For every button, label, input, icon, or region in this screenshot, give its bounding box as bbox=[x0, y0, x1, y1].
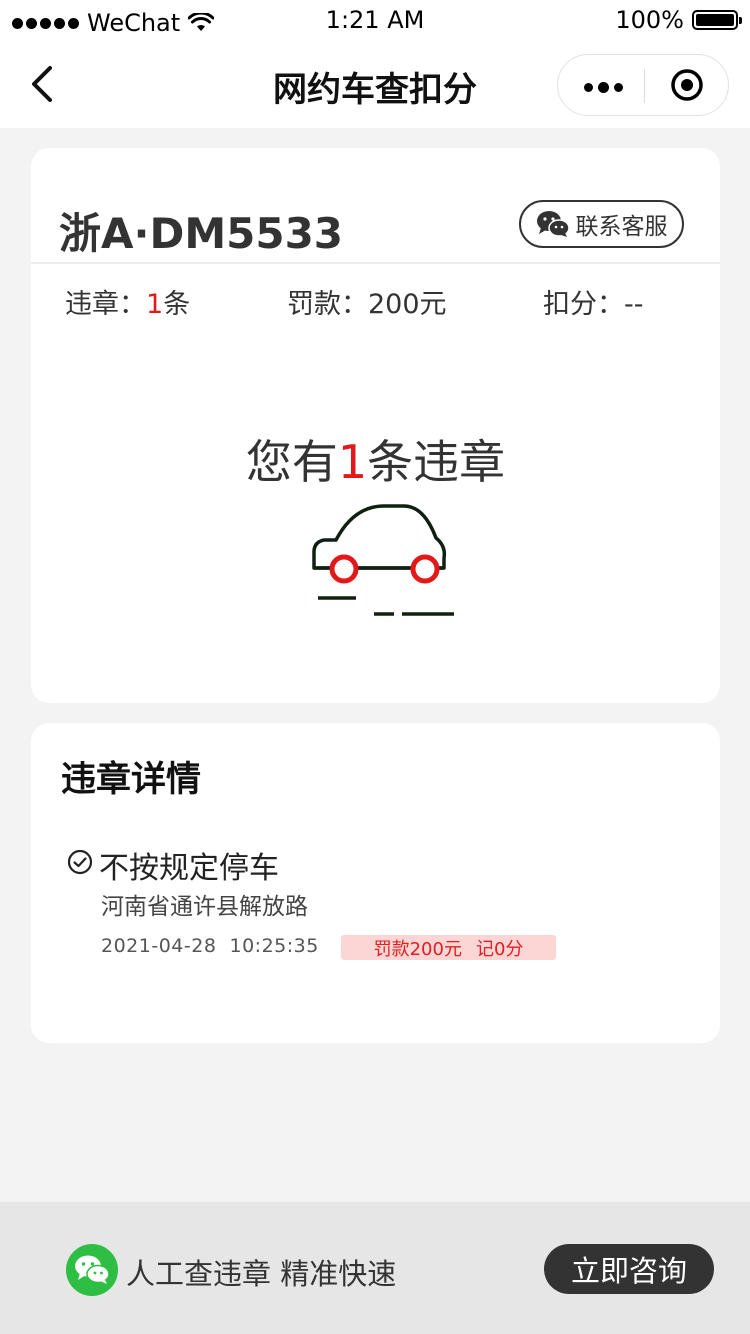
penalty-points: 记0分 bbox=[475, 938, 524, 960]
consult-now-button[interactable]: 立即咨询 bbox=[544, 1244, 714, 1294]
license-plate: 浙A·DM5533 bbox=[59, 209, 344, 258]
points-value: -- bbox=[624, 289, 644, 320]
fine-value: 200元 bbox=[368, 289, 447, 320]
status-bar: WeChat 1:21 AM 100% bbox=[0, 0, 750, 40]
points-label: 扣分： bbox=[543, 289, 624, 320]
divider bbox=[31, 262, 720, 264]
fine-label: 罚款： bbox=[287, 289, 368, 320]
penalty-fine: 罚款200元 bbox=[373, 938, 462, 960]
violation-details-card: 违章详情 不按规定停车 河南省通许县解放路 2021-04-28 10:25:3… bbox=[31, 723, 720, 1043]
penalty-badge: 罚款200元 记0分 bbox=[341, 935, 556, 960]
summary-prefix: 您有 bbox=[245, 435, 338, 489]
section-title: 违章详情 bbox=[61, 760, 202, 800]
contact-service-button[interactable]: 联系客服 bbox=[519, 200, 684, 248]
violation-name[interactable]: 不按规定停车 bbox=[99, 843, 279, 887]
contact-service-label: 联系客服 bbox=[575, 214, 668, 240]
violation-address: 河南省通许县解放路 bbox=[101, 894, 308, 920]
promo-text: 人工查违章 精准快速 bbox=[126, 1257, 397, 1291]
bottom-bar: 人工查违章 精准快速 立即咨询 bbox=[0, 1202, 750, 1334]
vehicle-summary-card: 浙A·DM5533 联系客服 违章：1条 罚款：200元 扣分：-- 您有1条违… bbox=[31, 148, 720, 703]
violation-datetime: 2021-04-28 10:25:35 bbox=[101, 935, 319, 957]
battery-indicator: 100% bbox=[615, 6, 742, 34]
more-icon[interactable] bbox=[584, 82, 623, 93]
violations-unit: 条 bbox=[163, 289, 191, 320]
violations-stat: 违章：1条 bbox=[65, 282, 190, 321]
close-target-icon[interactable] bbox=[670, 68, 704, 102]
capsule-divider bbox=[644, 69, 645, 103]
mini-program-capsule bbox=[557, 54, 729, 116]
nav-bar: 网约车查扣分 bbox=[0, 40, 750, 128]
battery-percent: 100% bbox=[615, 6, 684, 34]
battery-icon bbox=[692, 10, 742, 30]
points-stat: 扣分：-- bbox=[543, 282, 644, 321]
violations-label: 违章： bbox=[65, 289, 146, 320]
check-circle-icon bbox=[67, 849, 93, 875]
wechat-icon bbox=[536, 211, 570, 237]
fine-stat: 罚款：200元 bbox=[287, 282, 447, 321]
car-illustration-icon bbox=[312, 504, 454, 616]
summary-count: 1 bbox=[337, 435, 368, 489]
violation-summary: 您有1条违章 bbox=[31, 426, 720, 492]
wechat-icon bbox=[66, 1244, 118, 1296]
summary-suffix: 条违章 bbox=[367, 435, 506, 489]
violations-count: 1 bbox=[146, 289, 164, 320]
